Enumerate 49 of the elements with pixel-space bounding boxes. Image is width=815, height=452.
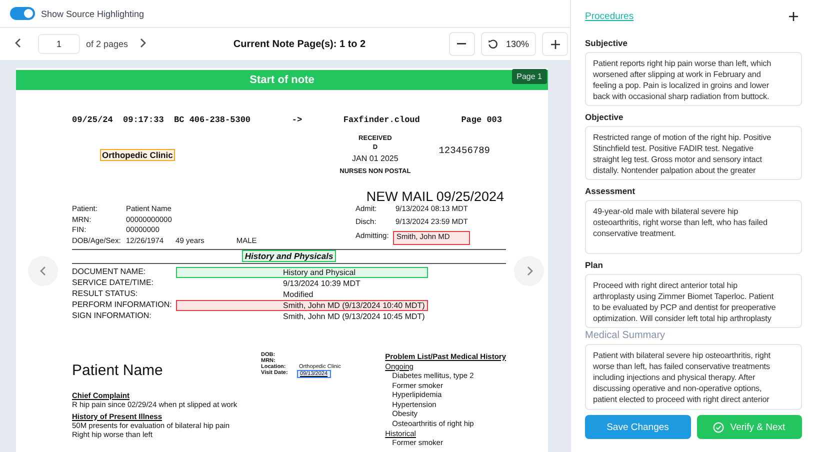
zoom-reset-button[interactable]: 130% [480,32,536,56]
section-label: Plan [585,260,604,270]
zoom-out-button[interactable] [448,32,475,56]
section-label: Medical Summary [585,330,666,341]
chevron-right-icon [140,38,146,48]
text-area[interactable]: Proceed with right direct anterior total hip arthroplasty using Zimmer Biomet Taperloc. Patient to be evaluated by PCP and dentist for preoperative optimization. Will consider left total hip arthroplasty [585,274,802,328]
fax-header-text: 09/25/24 09:17:33 BC 406-238-5300 [72,115,251,125]
field-value: Smith, John MD (9/13/2024 10:45 MDT) [282,310,426,322]
field-value: Modified [282,288,314,300]
page-badge: Page 1 [512,69,547,84]
received-stamp-text: JAN 01 2025 [352,154,398,163]
fax-header-text: Faxfinder.cloud [343,115,420,125]
rotate-icon [488,39,498,49]
chevron-left-icon [15,38,20,48]
note-pages-title: Current Note Page(s): 1 to 2 [233,38,366,50]
chevron-left-icon [40,266,46,276]
minus-icon [457,43,466,45]
field-value: 9/13/2024 10:39 MDT [282,278,362,288]
section-label: Subjective [585,38,629,48]
field-value: Smith, John MD (9/13/2024 10:40 MDT) [176,300,428,310]
text-area[interactable]: Patient with bilateral severe hip osteoarthritis, right worse than left, has failed conservative treatments including injections and physical therapy. After discussing operative and non-operative options, patient elected to proceed with right direct anterior [585,344,802,410]
section-label: Assessment [585,186,636,196]
text-area[interactable]: 49-year-old male with bilateral severe hip osteoarthritis, right worse than left, who has failed conservative treatment. [585,200,802,254]
plus-icon [789,12,798,21]
chevron-right-icon [528,266,533,276]
field-label: RESULT STATUS: [72,288,139,300]
clinic-name: Orthopedic Clinic [100,149,175,161]
section-label: Objective [585,112,624,122]
mail-title: NEW MAIL 09/25/2024 [366,189,504,204]
fax-header-text: Page 003 [461,115,502,125]
fax-header-text: -> [292,115,302,125]
field-label: SIGN INFORMATION: [72,310,152,322]
toggle-label: Show Source Highlighting [41,8,144,18]
patient-name-heading: Patient Name [72,362,164,378]
field-value: History and Physical [176,266,428,278]
page-number-field[interactable]: 1 [38,34,80,54]
check-circle-icon [713,422,724,432]
page-count: of 2 pages [86,39,128,49]
highlight-toggle[interactable] [10,7,35,20]
field-label: PERFORM INFORMATION: [72,300,173,310]
text-area[interactable]: Patient reports right hip pain worse than left, which worsened after slipping at work in February and feeling a pop. Pain is localized in groins and lower back with occasional sharp radiation from buttock. [585,52,802,106]
text-area[interactable]: Restricted range of motion of the right hip. Positive Stinchfield test. Positive FADIR test. Negative straight leg test. Gross motor and sensory intact distally. Nontender palpation about the greater [585,126,802,180]
field-label: SERVICE DATE/TIME: [72,278,154,288]
section-title: History and Physicals [242,250,336,262]
start-of-note-banner: Start of note Page 1 [16,70,548,90]
document-number: 123456789 [438,145,490,156]
field-label: DOCUMENT NAME: [72,266,147,278]
plus-icon [550,40,560,48]
zoom-in-button[interactable] [542,32,568,56]
